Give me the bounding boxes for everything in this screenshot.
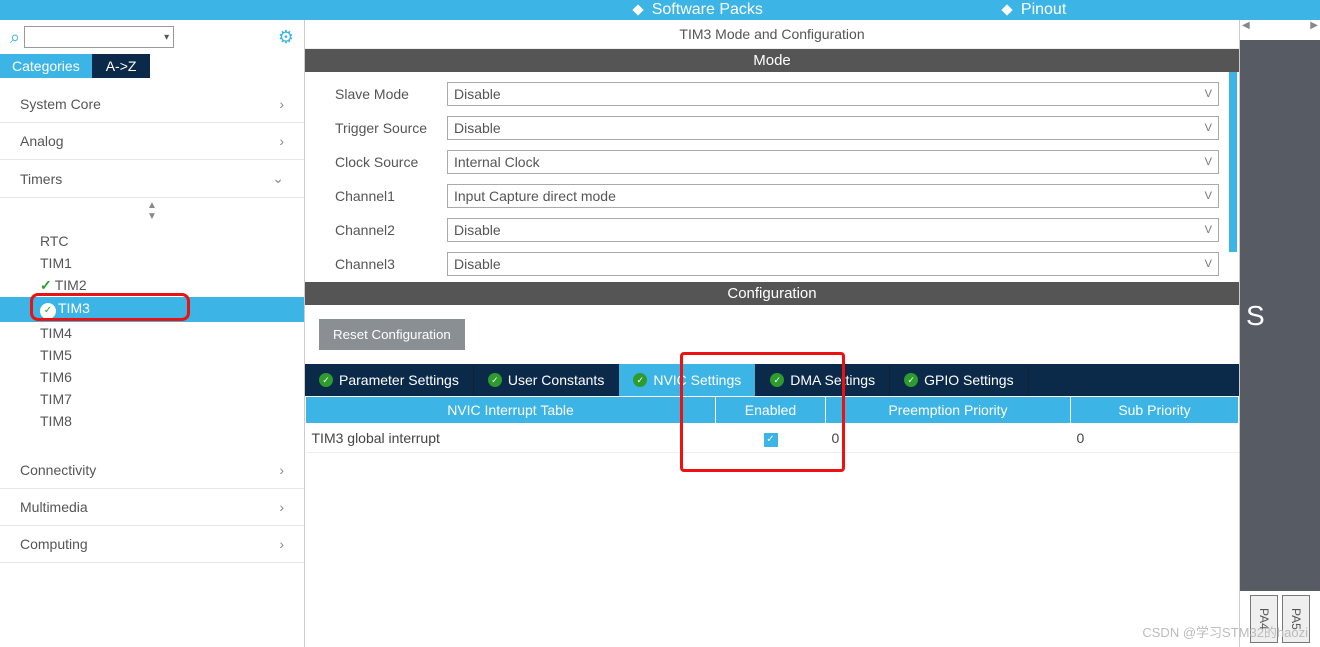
th-enabled: Enabled bbox=[716, 397, 826, 424]
tree-item-tim5[interactable]: TIM5 bbox=[40, 344, 304, 366]
label-slave-mode: Slave Mode bbox=[335, 86, 447, 102]
subtab-user-constants[interactable]: ✓User Constants bbox=[474, 364, 619, 396]
tree-item-tim3[interactable]: ✓TIM3 bbox=[0, 297, 304, 322]
chevron-down-icon: V bbox=[1205, 224, 1212, 236]
reset-configuration-button[interactable]: Reset Configuration bbox=[319, 319, 465, 350]
select-clock-source[interactable]: Internal ClockV bbox=[447, 150, 1219, 174]
tree-item-tim4[interactable]: TIM4 bbox=[40, 322, 304, 344]
check-circle-icon: ✓ bbox=[319, 373, 333, 387]
tree-item-tim2[interactable]: ✓TIM2 bbox=[40, 274, 304, 297]
configuration-area: Reset Configuration ✓Parameter Settings … bbox=[305, 305, 1239, 453]
chevron-down-icon: V bbox=[1205, 156, 1212, 168]
label-channel2: Channel2 bbox=[335, 222, 447, 238]
label-channel3: Channel3 bbox=[335, 256, 447, 272]
tab-a-to-z[interactable]: A->Z bbox=[92, 54, 151, 78]
scrollbar[interactable] bbox=[1229, 72, 1237, 252]
cell-sub-priority[interactable]: 0 bbox=[1071, 424, 1239, 453]
category-system-core[interactable]: System Core› bbox=[0, 86, 304, 123]
label-clock-source: Clock Source bbox=[335, 154, 447, 170]
config-subtabs: ✓Parameter Settings ✓User Constants ✓NVI… bbox=[305, 364, 1239, 396]
diamond-icon bbox=[1001, 4, 1012, 15]
chevron-right-icon: › bbox=[279, 462, 284, 478]
subtab-parameter-settings[interactable]: ✓Parameter Settings bbox=[305, 364, 474, 396]
tree-item-tim8[interactable]: TIM8 bbox=[40, 410, 304, 432]
select-channel1[interactable]: Input Capture direct modeV bbox=[447, 184, 1219, 208]
check-circle-icon: ✓ bbox=[633, 373, 647, 387]
sort-toggle-icon[interactable]: ▲▼ bbox=[0, 198, 304, 224]
tree-item-rtc[interactable]: RTC bbox=[40, 230, 304, 252]
watermark: CSDN @学习STM32的haozi bbox=[1142, 622, 1308, 641]
label-trigger-source: Trigger Source bbox=[335, 120, 447, 136]
search-dropdown[interactable]: ▾ bbox=[24, 26, 174, 48]
subtab-gpio-settings[interactable]: ✓GPIO Settings bbox=[890, 364, 1028, 396]
chevron-right-icon: › bbox=[279, 133, 284, 149]
category-multimedia[interactable]: Multimedia› bbox=[0, 489, 304, 526]
topbar-item-software-packs[interactable]: Software Packs bbox=[634, 1, 763, 19]
category-timers[interactable]: Timers⌄ bbox=[0, 160, 304, 198]
select-channel2[interactable]: DisableV bbox=[447, 218, 1219, 242]
topbar-item-pinout[interactable]: Pinout bbox=[1003, 1, 1066, 19]
mode-section-header: Mode bbox=[305, 49, 1239, 72]
category-connectivity[interactable]: Connectivity› bbox=[0, 452, 304, 489]
select-channel3[interactable]: DisableV bbox=[447, 252, 1219, 276]
main-panel: TIM3 Mode and Configuration Mode Slave M… bbox=[305, 20, 1240, 647]
cell-preemption[interactable]: 0 bbox=[826, 424, 1071, 453]
th-sub-priority: Sub Priority bbox=[1071, 397, 1239, 424]
select-trigger-source[interactable]: DisableV bbox=[447, 116, 1219, 140]
arrow-right-icon[interactable]: ▶ bbox=[1310, 20, 1318, 34]
category-computing[interactable]: Computing› bbox=[0, 526, 304, 563]
tree-item-tim7[interactable]: TIM7 bbox=[40, 388, 304, 410]
diamond-icon bbox=[632, 4, 643, 15]
check-circle-icon: ✓ bbox=[904, 373, 918, 387]
check-circle-icon: ✓ bbox=[488, 373, 502, 387]
subtab-nvic-settings[interactable]: ✓NVIC Settings bbox=[619, 364, 756, 396]
tree-item-tim1[interactable]: TIM1 bbox=[40, 252, 304, 274]
table-row[interactable]: TIM3 global interrupt ✓ 0 0 bbox=[306, 424, 1239, 453]
chevron-down-icon: V bbox=[1205, 190, 1212, 202]
enabled-checkbox[interactable]: ✓ bbox=[764, 433, 778, 447]
chevron-right-icon: › bbox=[279, 536, 284, 552]
chevron-down-icon: V bbox=[1205, 122, 1212, 134]
sidebar: ⌕ ▾ ⚙ Categories A->Z System Core› Analo… bbox=[0, 20, 305, 647]
configuration-section-header: Configuration bbox=[305, 282, 1239, 305]
chevron-right-icon: › bbox=[279, 499, 284, 515]
th-interrupt-table: NVIC Interrupt Table bbox=[306, 397, 716, 424]
mode-form: Slave ModeDisableV Trigger SourceDisable… bbox=[305, 72, 1239, 282]
subtab-dma-settings[interactable]: ✓DMA Settings bbox=[756, 364, 890, 396]
search-icon[interactable]: ⌕ bbox=[10, 27, 20, 48]
chip-body[interactable]: S bbox=[1240, 40, 1320, 591]
timers-tree: RTC TIM1 ✓TIM2 ✓TIM3 TIM4 TIM5 TIM6 TIM7… bbox=[0, 224, 304, 452]
check-circle-icon: ✓ bbox=[40, 303, 56, 319]
th-preemption: Preemption Priority bbox=[826, 397, 1071, 424]
page-title: TIM3 Mode and Configuration bbox=[305, 20, 1239, 49]
select-slave-mode[interactable]: DisableV bbox=[447, 82, 1219, 106]
tab-categories[interactable]: Categories bbox=[0, 54, 92, 78]
check-icon: ✓ bbox=[40, 277, 52, 293]
label-channel1: Channel1 bbox=[335, 188, 447, 204]
chevron-right-icon: › bbox=[279, 96, 284, 112]
top-menu-bar: Software Packs Pinout bbox=[0, 0, 1320, 20]
check-circle-icon: ✓ bbox=[770, 373, 784, 387]
cell-interrupt-name: TIM3 global interrupt bbox=[306, 424, 716, 453]
tree-item-tim6[interactable]: TIM6 bbox=[40, 366, 304, 388]
nvic-table: NVIC Interrupt Table Enabled Preemption … bbox=[305, 396, 1239, 453]
chevron-down-icon: V bbox=[1205, 88, 1212, 100]
category-analog[interactable]: Analog› bbox=[0, 123, 304, 160]
chevron-down-icon: V bbox=[1205, 258, 1212, 270]
chevron-down-icon: ⌄ bbox=[272, 170, 284, 187]
gear-icon[interactable]: ⚙ bbox=[278, 27, 294, 48]
arrow-left-icon[interactable]: ◀ bbox=[1242, 20, 1250, 34]
pinout-preview: ◀▶ S PA4 PA5 bbox=[1240, 20, 1320, 647]
